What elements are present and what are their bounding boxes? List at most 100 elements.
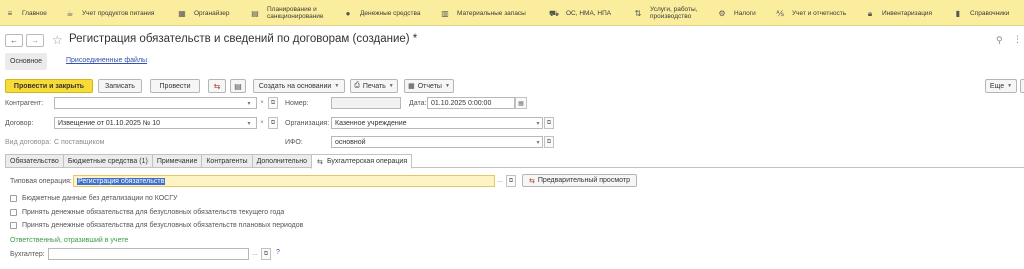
section-fixed-assets[interactable]: ⛟ ОС, НМА, НПА [549, 0, 611, 26]
section-label: Денежные средства [360, 9, 421, 17]
money-icon: ● [345, 8, 351, 18]
tab-main[interactable]: Основное [5, 53, 48, 70]
reports-icon: ▦ [408, 83, 415, 90]
post-button[interactable]: Провести [150, 79, 200, 93]
create-based-on-button[interactable]: Создать на основании ▼ [253, 79, 345, 93]
tab-note[interactable]: Примечание [151, 154, 202, 168]
operation-field[interactable]: Регистрация обязательств [73, 175, 495, 187]
section-planning[interactable]: ▤ Планирование и санкционирование [251, 0, 327, 26]
preview-label: Предварительный просмотр [537, 177, 630, 184]
section-label: Планирование и санкционирование [267, 6, 324, 20]
section-label: Справочники [970, 9, 1010, 17]
menu-icon: ≡ [7, 8, 13, 18]
section-label: Инвентаризация [882, 9, 933, 17]
clear-icon[interactable]: × [257, 117, 267, 129]
tab-obligation[interactable]: Обязательство [5, 154, 63, 168]
contract-type-value: С поставщиком [54, 139, 105, 146]
taxes-icon: ⚙ [718, 8, 726, 18]
number-label: Номер: [285, 100, 309, 107]
section-reporting[interactable]: ⅍ Учет и отчетность [776, 0, 846, 26]
tab-additional[interactable]: Дополнительно [251, 154, 311, 168]
contract-label: Договор: [5, 120, 34, 127]
section-label: Налоги [734, 9, 756, 17]
back-button[interactable]: ← [5, 34, 23, 47]
section-main[interactable]: ≡ Главное [6, 0, 47, 26]
reporting-icon: ⅍ [776, 8, 784, 18]
favorite-star-icon[interactable]: ☆ [52, 33, 63, 47]
checkbox-label: Принять денежные обязательства для безус… [22, 222, 304, 229]
checkbox-current-year[interactable] [10, 209, 17, 216]
section-services[interactable]: ⇅ Услуги, работы, производство [634, 0, 698, 26]
lock-icon: 🔒︎ [867, 8, 873, 18]
calendar-icon: ▦ [178, 8, 186, 18]
section-inventory[interactable]: ▥ Материальные запасы [441, 0, 526, 26]
planning-icon: ▤ [251, 8, 259, 18]
clear-icon[interactable]: × [257, 97, 267, 109]
open-icon[interactable]: ⧉ [268, 97, 278, 109]
forward-button[interactable]: → [26, 34, 44, 47]
date-field[interactable]: 01.10.2025 0:00:00 [427, 97, 515, 109]
dropdown-icon[interactable]: ▾ [533, 117, 543, 129]
operation-value: Регистрация обязательств [77, 177, 166, 185]
help-button[interactable] [1020, 79, 1024, 93]
services-icon: ⇅ [634, 8, 642, 18]
open-icon[interactable]: ⧉ [544, 117, 554, 129]
open-icon[interactable]: ⧉ [261, 248, 271, 260]
contract-type-label: Вид договора: [5, 139, 52, 146]
food-icon: ☕ [66, 8, 74, 18]
checkbox-label: Принять денежные обязательства для безус… [22, 209, 285, 216]
link-icon[interactable]: ⚲ [996, 35, 1003, 46]
contract-field[interactable]: Извещение от 01.10.2025 № 10 [54, 117, 257, 129]
section-taxes[interactable]: ⚙ Налоги [718, 0, 756, 26]
inventory-icon: ▥ [441, 8, 449, 18]
printer-icon: ⎙ [354, 82, 360, 89]
dt-kt-icon[interactable]: ⇆ [208, 79, 226, 93]
chevron-down-icon: ▼ [444, 83, 450, 89]
preview-button[interactable]: ⇆ Предварительный просмотр [522, 174, 637, 187]
reports-label: Отчеты [417, 82, 442, 90]
calendar-icon[interactable]: ▦ [515, 97, 527, 109]
contractor-field[interactable] [54, 97, 257, 109]
accountant-label: Бухгалтер: [10, 251, 45, 258]
section-label: Учет продуктов питания [82, 9, 155, 17]
section-stocktaking[interactable]: 🔒︎ Инвентаризация [866, 0, 932, 26]
save-button[interactable]: Записать [98, 79, 142, 93]
organization-label: Организация: [285, 120, 330, 127]
tab-attached-files[interactable]: Присоединенные файлы [66, 57, 147, 64]
tab-accounting-operation[interactable]: ⇆ Бухгалтерская операция [310, 154, 413, 169]
tab-contractors[interactable]: Контрагенты [201, 154, 252, 168]
more-icon[interactable]: ⋮ [1013, 34, 1022, 45]
book-icon: ▮ [955, 8, 961, 18]
reports-button[interactable]: ▦ Отчеты ▼ [404, 79, 454, 93]
section-organizer[interactable]: ▦ Органайзер [178, 0, 229, 26]
more-button[interactable]: Еще ▼ [985, 79, 1017, 93]
number-field[interactable] [331, 97, 401, 109]
dropdown-icon[interactable]: ▾ [244, 97, 254, 109]
section-food[interactable]: ☕ Учет продуктов питания [66, 0, 154, 26]
select-icon[interactable]: … [495, 175, 505, 187]
dropdown-icon[interactable]: ▾ [244, 117, 254, 129]
operation-label: Типовая операция: [10, 178, 72, 185]
organization-field[interactable]: Казенное учреждение [331, 117, 543, 129]
ifo-field[interactable]: основной [331, 136, 543, 148]
tab-budget-funds[interactable]: Бюджетные средства (1) [62, 154, 152, 168]
select-icon[interactable]: … [250, 248, 260, 260]
chevron-down-icon: ▼ [388, 83, 394, 89]
accountant-field[interactable] [48, 248, 249, 260]
help-icon[interactable]: ? [276, 249, 280, 256]
section-references[interactable]: ▮ Справочники [954, 0, 1010, 26]
ifo-label: ИФО: [285, 139, 303, 146]
open-icon[interactable]: ⧉ [506, 175, 516, 187]
section-label: Услуги, работы, производство [650, 6, 698, 20]
open-icon[interactable]: ⧉ [268, 117, 278, 129]
register-icon[interactable]: ▤ [230, 79, 246, 93]
section-money[interactable]: ● Денежные средства [344, 0, 421, 26]
contractor-label: Контрагент: [5, 100, 44, 107]
print-button[interactable]: ⎙ Печать ▼ [350, 79, 398, 93]
checkbox-plan-periods[interactable] [10, 222, 17, 229]
checkbox-budget-no-kosgu[interactable] [10, 195, 17, 202]
post-and-close-button[interactable]: Провести и закрыть [5, 79, 93, 93]
page-title: Регистрация обязательств и сведений по д… [69, 33, 418, 45]
dropdown-icon[interactable]: ▾ [533, 136, 543, 148]
open-icon[interactable]: ⧉ [544, 136, 554, 148]
